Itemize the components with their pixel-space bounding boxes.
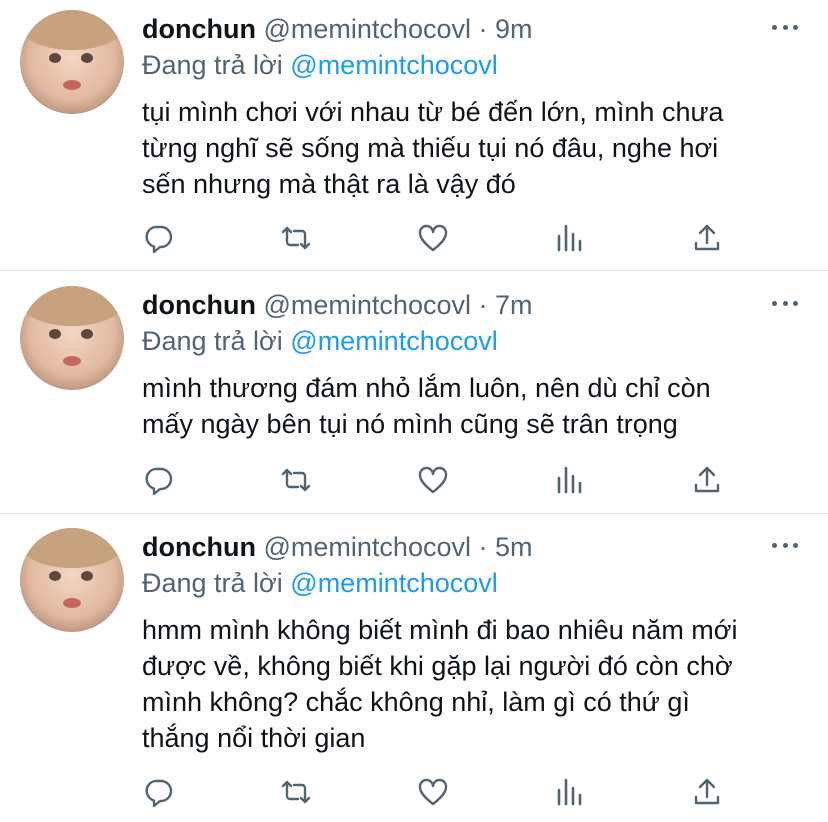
retweet-icon [281, 780, 311, 804]
action-bar [0, 218, 828, 258]
tweet[interactable]: donchun @memintchocovl · 5m Đang trả lời… [0, 518, 828, 822]
replying-to-label: Đang trả lời [142, 568, 283, 598]
like-icon [418, 466, 448, 494]
tweet-text-line: thắng nổi thời gian [142, 723, 366, 753]
tweet[interactable]: donchun @memintchocovl · 9m Đang trả lời… [0, 0, 828, 270]
reply-button[interactable] [138, 772, 178, 812]
analytics-button[interactable] [550, 218, 590, 258]
tweet-text-line: mình thương đám nhỏ lắm luôn, nên dù chỉ… [142, 373, 711, 403]
retweet-button[interactable] [276, 218, 316, 258]
retweet-button[interactable] [276, 460, 316, 500]
retweet-button[interactable] [276, 772, 316, 812]
tweet-text: mình thương đám nhỏ lắm luôn, nên dù chỉ… [142, 370, 782, 442]
share-button[interactable] [687, 460, 727, 500]
timestamp[interactable]: 7m [495, 290, 533, 320]
retweet-icon [281, 468, 311, 492]
more-icon[interactable] [772, 538, 798, 552]
share-icon [694, 224, 720, 251]
share-button[interactable] [687, 218, 727, 258]
avatar-image [22, 10, 122, 90]
mention-link[interactable]: @memintchocovl [290, 568, 497, 598]
like-button[interactable] [413, 460, 453, 500]
reply-icon [145, 225, 173, 254]
tweet-text-line: sến nhưng mà thật ra là vậy đó [142, 169, 516, 199]
timestamp[interactable]: 9m [495, 14, 533, 44]
avatar[interactable] [20, 10, 124, 114]
tweet-text: hmm mình không biết mình đi bao nhiêu nă… [142, 612, 782, 756]
display-name[interactable]: donchun [142, 532, 256, 562]
avatar-image [22, 286, 122, 366]
replying-to: Đang trả lời @memintchocovl [142, 324, 498, 358]
analytics-icon [557, 778, 582, 806]
tweet-text: tụi mình chơi với nhau từ bé đến lớn, mì… [142, 94, 782, 202]
tweet[interactable]: donchun @memintchocovl · 7m Đang trả lời… [0, 276, 828, 513]
analytics-button[interactable] [550, 772, 590, 812]
share-icon [694, 778, 720, 805]
user-handle[interactable]: @memintchocovl [264, 532, 471, 562]
action-bar [0, 772, 828, 812]
replying-to: Đang trả lời @memintchocovl [142, 566, 498, 600]
user-handle[interactable]: @memintchocovl [264, 14, 471, 44]
reply-button[interactable] [138, 218, 178, 258]
analytics-icon [557, 224, 582, 252]
like-button[interactable] [413, 218, 453, 258]
tweet-text-line: hmm mình không biết mình đi bao nhiêu nă… [142, 615, 738, 645]
like-icon [418, 778, 448, 806]
more-icon[interactable] [772, 296, 798, 310]
reply-button[interactable] [138, 460, 178, 500]
separator-dot: · [478, 14, 488, 44]
tweet-text-line: mấy ngày bên tụi nó mình cũng sẽ trân tr… [142, 409, 678, 439]
share-button[interactable] [687, 772, 727, 812]
divider [0, 270, 828, 271]
timestamp[interactable]: 5m [495, 532, 533, 562]
divider [0, 513, 828, 514]
retweet-icon [281, 226, 311, 250]
separator-dot: · [478, 290, 488, 320]
tweet-header: donchun @memintchocovl · 7m [142, 288, 533, 322]
replying-to: Đang trả lời @memintchocovl [142, 48, 498, 82]
analytics-icon [557, 466, 582, 494]
tweet-text-line: tụi mình chơi với nhau từ bé đến lớn, mì… [142, 97, 724, 127]
avatar[interactable] [20, 528, 124, 632]
avatar[interactable] [20, 286, 124, 390]
analytics-button[interactable] [550, 460, 590, 500]
replying-to-label: Đang trả lời [142, 326, 283, 356]
mention-link[interactable]: @memintchocovl [290, 50, 497, 80]
action-bar [0, 460, 828, 500]
like-button[interactable] [413, 772, 453, 812]
tweet-text-line: mình không? chắc không nhỉ, làm gì có th… [142, 687, 690, 717]
tweet-header: donchun @memintchocovl · 9m [142, 12, 533, 46]
tweet-header: donchun @memintchocovl · 5m [142, 530, 533, 564]
replying-to-label: Đang trả lời [142, 50, 283, 80]
mention-link[interactable]: @memintchocovl [290, 326, 497, 356]
display-name[interactable]: donchun [142, 290, 256, 320]
reply-icon [145, 779, 173, 808]
display-name[interactable]: donchun [142, 14, 256, 44]
tweet-text-line: được về, không biết khi gặp lại người đó… [142, 651, 733, 681]
reply-icon [145, 467, 173, 496]
more-icon[interactable] [772, 20, 798, 34]
like-icon [418, 224, 448, 252]
tweet-text-line: từng nghĩ sẽ sống mà thiếu tụi nó đâu, n… [142, 133, 719, 163]
share-icon [694, 466, 720, 493]
separator-dot: · [478, 532, 488, 562]
user-handle[interactable]: @memintchocovl [264, 290, 471, 320]
avatar-image [22, 528, 122, 608]
